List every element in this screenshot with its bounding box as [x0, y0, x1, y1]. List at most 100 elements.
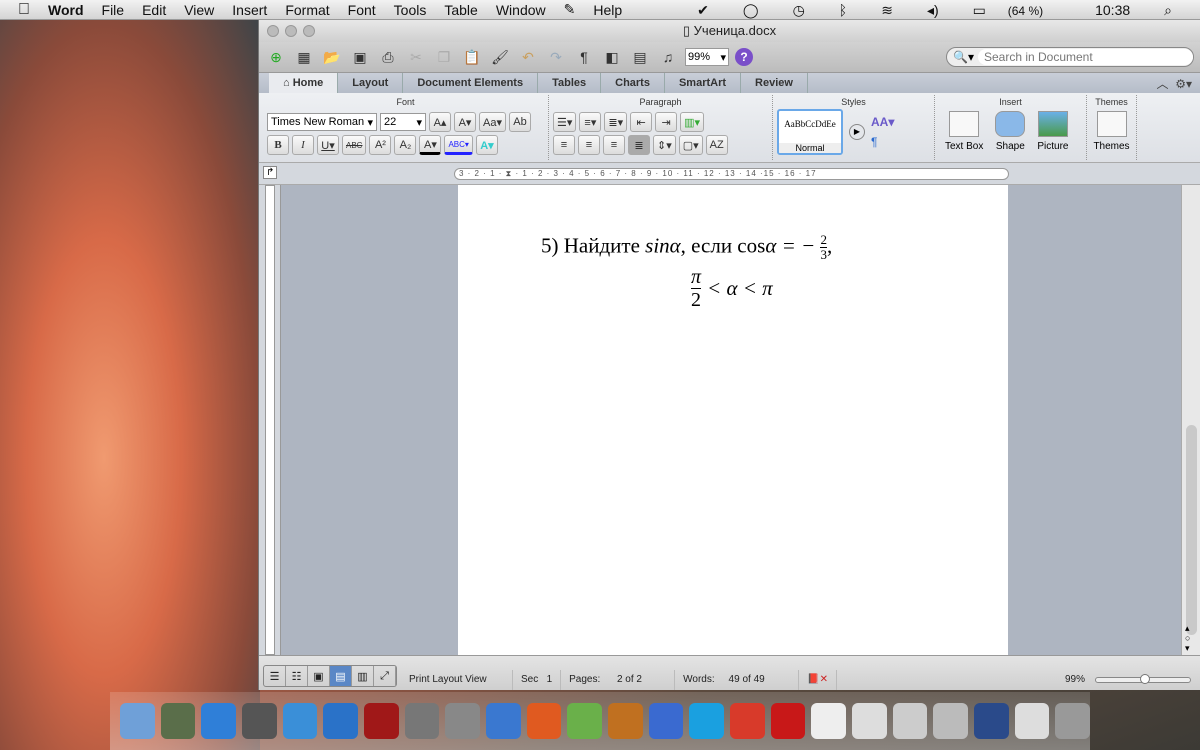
- menu-help[interactable]: Help: [593, 2, 622, 18]
- dock-app-icon[interactable]: [160, 703, 196, 739]
- borders-button[interactable]: ▢▾: [678, 135, 703, 155]
- gallery-icon[interactable]: ▤: [629, 47, 651, 67]
- menu-insert[interactable]: Insert: [232, 2, 267, 18]
- copy-icon[interactable]: ❐: [433, 47, 455, 67]
- underline-button[interactable]: U▾: [317, 135, 339, 155]
- script-icon[interactable]: ✎: [564, 1, 576, 18]
- dock-app-icon[interactable]: [201, 703, 237, 739]
- new-document-icon[interactable]: ⊕: [265, 47, 287, 67]
- manage-styles-icon[interactable]: AA▾: [871, 115, 894, 129]
- save-icon[interactable]: ▣: [349, 47, 371, 67]
- templates-icon[interactable]: ▦: [293, 47, 315, 67]
- text-box-button[interactable]: Text Box: [945, 111, 983, 152]
- strikethrough-button[interactable]: ABC: [342, 135, 367, 155]
- font-name-select[interactable]: Times New Roman ▾: [267, 113, 377, 131]
- clear-formatting-button[interactable]: Ab: [508, 112, 531, 132]
- numbering-button[interactable]: ≡▾: [579, 112, 602, 132]
- close-button[interactable]: [267, 25, 279, 37]
- print-icon[interactable]: ⎙: [377, 47, 399, 67]
- justify-button[interactable]: ≣: [628, 135, 650, 155]
- change-case-button[interactable]: Aa▾: [479, 112, 506, 132]
- dock-app-icon[interactable]: [608, 703, 643, 739]
- dock-app-icon[interactable]: [974, 703, 1009, 739]
- highlight-button[interactable]: ABC▾: [444, 135, 473, 155]
- tab-layout[interactable]: Layout: [338, 73, 404, 93]
- bluetooth-icon[interactable]: ᛒ: [839, 2, 847, 18]
- spelling-check-icon[interactable]: 📕✕: [799, 670, 837, 690]
- words-info[interactable]: Words: 49 of 49: [675, 670, 800, 690]
- format-painter-icon[interactable]: 🖌: [489, 47, 511, 67]
- sidebar-icon[interactable]: ◧: [601, 47, 623, 67]
- publishing-view-button[interactable]: ▣: [308, 666, 330, 686]
- decrease-indent-button[interactable]: ⇤: [630, 112, 653, 132]
- dock-app-icon[interactable]: [282, 703, 318, 739]
- multilevel-list-button[interactable]: ≣▾: [604, 112, 628, 132]
- draft-view-button[interactable]: ☰: [264, 666, 286, 686]
- clock[interactable]: 10:38: [1095, 2, 1130, 18]
- tab-document-elements[interactable]: Document Elements: [403, 73, 539, 93]
- line-spacing-button[interactable]: ⇕▾: [653, 135, 676, 155]
- italic-button[interactable]: I: [292, 135, 314, 155]
- media-browser-icon[interactable]: ♫: [657, 47, 679, 67]
- dock-app-icon[interactable]: [323, 703, 359, 739]
- tab-tables[interactable]: Tables: [538, 73, 602, 93]
- sort-button[interactable]: AZ: [705, 135, 728, 155]
- collapse-ribbon-icon[interactable]: ︿: [1157, 77, 1169, 91]
- tab-smartart[interactable]: SmartArt: [665, 73, 742, 93]
- vertical-scrollbar[interactable]: ▴ ○ ▾: [1181, 185, 1200, 655]
- horizontal-ruler[interactable]: ↱ 3 · 2 · 1 · ⧗ · 1 · 2 · 3 · 4 · 5 · 6 …: [259, 163, 1200, 185]
- search-input[interactable]: Search in Document: [977, 49, 1193, 65]
- dock-app-icon[interactable]: [404, 703, 440, 739]
- text-effects-button[interactable]: A▾: [475, 135, 498, 155]
- wifi-icon[interactable]: ≋: [881, 2, 893, 19]
- zoom-button[interactable]: [303, 25, 315, 37]
- show-formatting-icon[interactable]: ¶: [573, 47, 595, 67]
- scroll-thumb[interactable]: [1186, 425, 1197, 635]
- dock-app-icon[interactable]: [811, 703, 847, 739]
- bold-button[interactable]: B: [267, 135, 289, 155]
- dock-app-icon[interactable]: [689, 703, 725, 739]
- align-center-button[interactable]: ≡: [578, 135, 600, 155]
- dock-app-icon[interactable]: [648, 703, 684, 739]
- slider-thumb[interactable]: [1140, 674, 1150, 684]
- gear-icon[interactable]: ⚙▾: [1175, 77, 1192, 91]
- dock-app-icon[interactable]: [242, 703, 277, 739]
- print-layout-view-button[interactable]: ▤: [330, 666, 352, 686]
- shrink-font-button[interactable]: A▾: [454, 112, 476, 132]
- dock-app-icon[interactable]: [364, 703, 399, 739]
- align-left-button[interactable]: ≡: [553, 135, 575, 155]
- paste-icon[interactable]: 📋: [461, 47, 483, 67]
- dock-app-icon[interactable]: [933, 703, 969, 739]
- time-machine-icon[interactable]: ◷: [793, 2, 805, 19]
- dock-app-icon[interactable]: [892, 703, 928, 739]
- tab-selector-icon[interactable]: ↱: [263, 166, 278, 179]
- undo-icon[interactable]: ↶: [517, 47, 539, 67]
- bullets-button[interactable]: ☰▾: [553, 112, 577, 132]
- menu-window[interactable]: Window: [496, 2, 546, 18]
- messages-icon[interactable]: ◯: [743, 2, 759, 19]
- style-normal[interactable]: AaBbCcDdEe Normal: [777, 109, 843, 155]
- spotlight-icon[interactable]: ⌕: [1164, 2, 1172, 19]
- dock-app-icon[interactable]: [120, 703, 155, 739]
- volume-icon[interactable]: ◂): [927, 2, 939, 19]
- outline-view-button[interactable]: ☷: [286, 666, 308, 686]
- pages-info[interactable]: Pages: 2 of 2: [561, 670, 676, 690]
- menu-table[interactable]: Table: [444, 2, 477, 18]
- next-style-button[interactable]: ▶: [849, 124, 865, 140]
- cut-icon[interactable]: ✂: [405, 47, 427, 67]
- themes-button[interactable]: Themes: [1093, 111, 1130, 152]
- skype-status-icon[interactable]: ✔: [697, 2, 709, 19]
- tab-review[interactable]: Review: [741, 73, 808, 93]
- zoom-select[interactable]: 99% ▾: [685, 48, 729, 66]
- shape-button[interactable]: Shape: [995, 111, 1026, 152]
- full-screen-view-button[interactable]: ⤢: [374, 666, 396, 686]
- subscript-button[interactable]: A₂: [394, 135, 417, 155]
- battery-status[interactable]: ▭ (64 %): [973, 2, 1061, 19]
- superscript-button[interactable]: A²: [369, 135, 392, 155]
- document-page[interactable]: 5) Найдите sinα, если cosα = − 23, π2 < …: [458, 185, 1008, 655]
- menu-tools[interactable]: Tools: [394, 2, 427, 18]
- dock-app-icon[interactable]: [1055, 703, 1091, 739]
- font-color-button[interactable]: A▾: [419, 135, 442, 155]
- menu-edit[interactable]: Edit: [142, 2, 166, 18]
- menu-app-name[interactable]: Word: [48, 2, 84, 18]
